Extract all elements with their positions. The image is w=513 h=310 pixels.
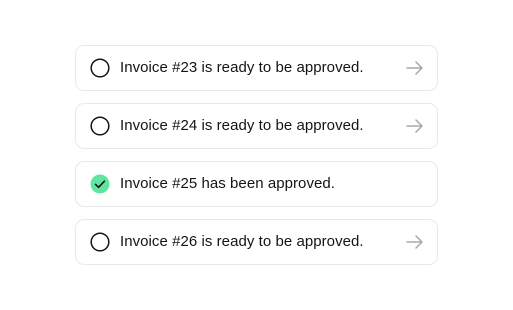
invoice-item-label: Invoice #25 has been approved. [120, 175, 335, 193]
invoice-item-label: Invoice #23 is ready to be approved. [120, 59, 364, 77]
empty-circle-icon[interactable] [90, 116, 110, 136]
invoice-item-23[interactable]: Invoice #23 is ready to be approved. [75, 45, 438, 91]
invoice-item-25: Invoice #25 has been approved. [75, 161, 438, 207]
arrow-right-icon[interactable] [406, 118, 424, 134]
invoice-item-label: Invoice #24 is ready to be approved. [120, 117, 364, 135]
invoice-list: Invoice #23 is ready to be approved. Inv… [75, 45, 438, 277]
arrow-right-icon[interactable] [406, 60, 424, 76]
invoice-item-26[interactable]: Invoice #26 is ready to be approved. [75, 219, 438, 265]
invoice-item-label: Invoice #26 is ready to be approved. [120, 233, 364, 251]
empty-circle-icon[interactable] [90, 58, 110, 78]
check-circle-icon [90, 174, 110, 194]
arrow-right-icon[interactable] [406, 234, 424, 250]
empty-circle-icon[interactable] [90, 232, 110, 252]
invoice-item-24[interactable]: Invoice #24 is ready to be approved. [75, 103, 438, 149]
